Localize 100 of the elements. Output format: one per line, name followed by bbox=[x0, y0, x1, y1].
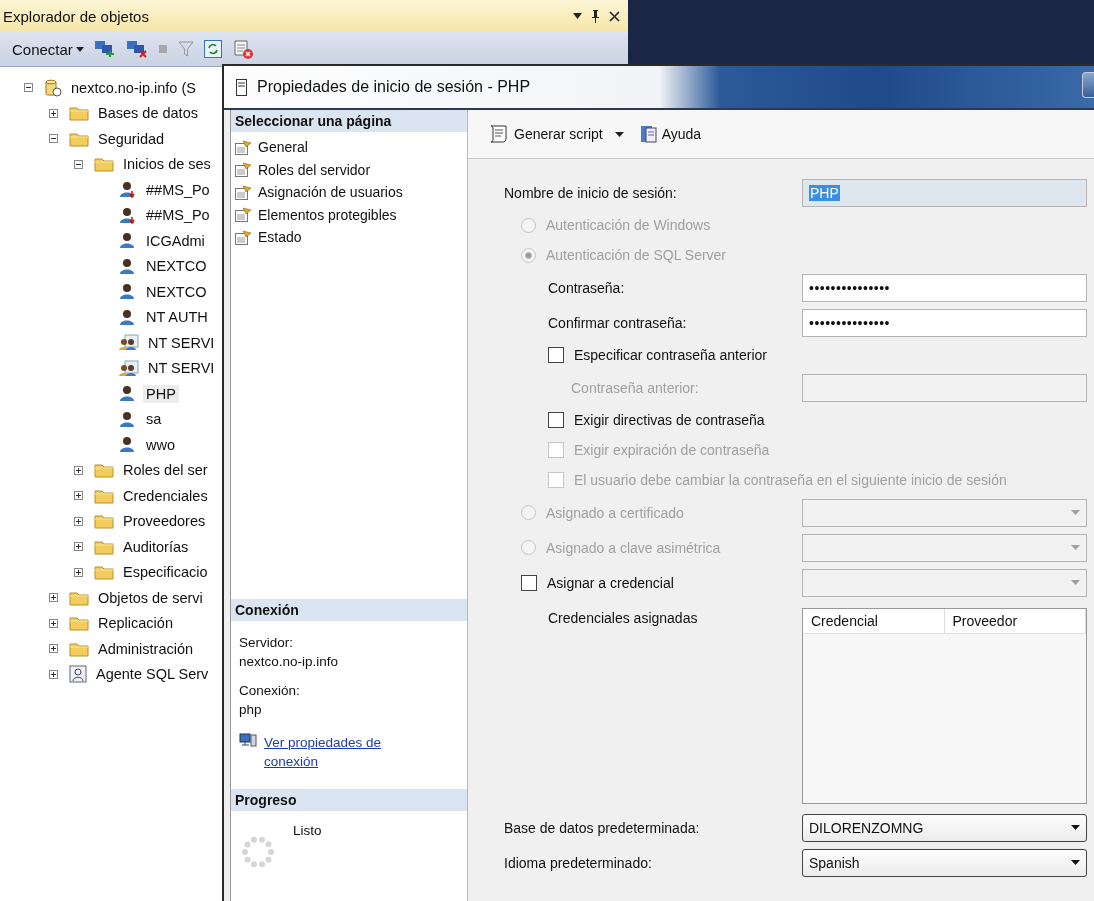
expand-icon[interactable] bbox=[74, 491, 83, 501]
panel-title: Explorador de objetos bbox=[3, 7, 149, 25]
caret-icon[interactable] bbox=[573, 13, 582, 19]
generate-script-button[interactable]: Generar script bbox=[488, 124, 624, 144]
tree-item[interactable]: NEXTCO bbox=[143, 282, 210, 301]
tree-item[interactable]: wwo bbox=[143, 435, 178, 454]
collapse-icon[interactable] bbox=[24, 83, 33, 93]
option-label: Especificar contraseña anterior bbox=[574, 347, 767, 363]
page-icon bbox=[235, 207, 252, 223]
collapse-icon[interactable] bbox=[74, 159, 83, 169]
page-icon bbox=[235, 229, 252, 245]
connect-icon[interactable] bbox=[93, 40, 116, 58]
script-icon[interactable] bbox=[231, 39, 254, 59]
tree-item[interactable]: Seguridad bbox=[95, 129, 168, 148]
option-label: El usuario debe cambiar la contraseña en el siguiente inicio de sesión bbox=[574, 472, 1007, 488]
tree-item[interactable]: ICGAdmi bbox=[143, 231, 208, 250]
field-label: Base de datos predeterminada: bbox=[504, 819, 700, 836]
dropdown[interactable]: DILORENZOMNG bbox=[802, 813, 1087, 842]
tree-item[interactable]: PHP bbox=[143, 384, 179, 403]
dropdown[interactable]: Spanish bbox=[802, 848, 1087, 877]
expand-icon[interactable] bbox=[74, 542, 83, 552]
tree-item[interactable]: Roles del ser bbox=[120, 461, 211, 480]
tree-item[interactable]: NT SERVI bbox=[145, 333, 218, 352]
dropdown-arrow-icon bbox=[1071, 510, 1080, 515]
folder-icon bbox=[69, 589, 89, 606]
window-icon bbox=[236, 78, 247, 96]
expand-icon[interactable] bbox=[49, 618, 58, 628]
status-text: Listo bbox=[293, 823, 322, 838]
window-title: Propiedades de inicio de sesión - PHP bbox=[257, 78, 531, 96]
tree-item[interactable]: Replicación bbox=[95, 614, 176, 633]
page-link[interactable]: Elementos protegibles bbox=[258, 206, 397, 223]
tree-item[interactable]: Especificacio bbox=[120, 563, 211, 582]
column-header[interactable]: Credencial bbox=[803, 609, 945, 633]
tree-item[interactable]: NEXTCO bbox=[143, 257, 210, 276]
page-link[interactable]: General bbox=[258, 139, 308, 156]
expand-icon[interactable] bbox=[49, 593, 58, 603]
help-button[interactable]: Ayuda bbox=[639, 124, 702, 144]
refresh-icon[interactable] bbox=[203, 40, 222, 58]
page-link[interactable]: Roles del servidor bbox=[258, 161, 371, 178]
disconnect-icon[interactable] bbox=[125, 40, 148, 58]
info-value: nextco.no-ip.info bbox=[239, 653, 340, 671]
tree-item[interactable]: sa bbox=[143, 410, 165, 429]
script-icon bbox=[488, 124, 510, 144]
tree-item[interactable]: nextco.no-ip.info (S bbox=[68, 78, 199, 97]
column-header[interactable]: Proveedor bbox=[944, 609, 1086, 633]
tree-item[interactable]: NT SERVI bbox=[145, 359, 218, 378]
progress-spinner-icon bbox=[241, 835, 275, 869]
user-icon bbox=[119, 436, 137, 454]
expand-icon[interactable] bbox=[49, 669, 58, 679]
dropdown-arrow-icon bbox=[1071, 825, 1080, 830]
section-header: Conexión bbox=[231, 599, 467, 621]
section-header: Seleccionar una página bbox=[231, 110, 467, 132]
collapse-icon[interactable] bbox=[49, 134, 58, 144]
users-icon bbox=[119, 334, 139, 352]
option-label: Autenticación de SQL Server bbox=[546, 247, 727, 263]
expand-icon[interactable] bbox=[74, 465, 83, 475]
tree-item[interactable]: Bases de datos bbox=[95, 104, 201, 123]
option-label: Asignado a clave asimétrica bbox=[546, 539, 721, 556]
page-link[interactable]: Asignación de usuarios bbox=[258, 184, 403, 201]
expand-icon[interactable] bbox=[74, 516, 83, 526]
connection-properties-link[interactable]: Ver propiedades de conexión bbox=[264, 733, 394, 771]
users-icon bbox=[119, 359, 139, 377]
tree-item[interactable]: ##MS_Po bbox=[143, 206, 213, 225]
agent-icon bbox=[69, 665, 87, 684]
database-icon bbox=[44, 78, 62, 97]
user-icon bbox=[119, 181, 137, 199]
info-value: php bbox=[239, 701, 263, 719]
expand-icon[interactable] bbox=[49, 108, 58, 118]
network-icon bbox=[239, 733, 258, 749]
tree-item[interactable]: Agente SQL Serv bbox=[93, 665, 212, 684]
page-link[interactable]: Estado bbox=[258, 229, 302, 246]
folder-icon bbox=[94, 487, 114, 504]
user-icon bbox=[119, 308, 137, 326]
checkbox[interactable] bbox=[521, 574, 537, 591]
dropdown-arrow-icon bbox=[1071, 580, 1080, 585]
tree-item[interactable]: Proveedores bbox=[120, 512, 209, 531]
tree-item[interactable]: Auditorías bbox=[120, 537, 192, 556]
close-icon[interactable] bbox=[609, 10, 620, 22]
folder-icon bbox=[94, 564, 114, 581]
connect-button[interactable]: Conectar bbox=[12, 40, 84, 58]
user-icon bbox=[119, 385, 137, 403]
option-label: Exigir expiración de contraseña bbox=[574, 442, 770, 458]
tree-item[interactable]: ##MS_Po bbox=[143, 180, 213, 199]
expand-icon[interactable] bbox=[49, 644, 58, 654]
field-label: Credenciales asignadas bbox=[548, 610, 698, 626]
field-label: Nombre de inicio de sesión: bbox=[504, 184, 677, 201]
minimize-button[interactable] bbox=[1082, 72, 1094, 98]
tree-item[interactable]: Administración bbox=[95, 639, 197, 658]
tree-item[interactable]: Inicios de ses bbox=[120, 155, 214, 174]
tree-item[interactable]: NT AUTH bbox=[143, 308, 211, 327]
user-icon bbox=[119, 410, 137, 428]
folder-icon bbox=[94, 513, 114, 530]
page-icon bbox=[235, 139, 252, 155]
option-label: Autenticación de Windows bbox=[546, 217, 711, 233]
tree-item[interactable]: Objetos de servi bbox=[95, 588, 206, 607]
pin-icon[interactable] bbox=[591, 9, 600, 23]
page-icon bbox=[235, 184, 252, 200]
option-label: Asignar a credencial bbox=[547, 574, 674, 591]
expand-icon[interactable] bbox=[74, 567, 83, 577]
tree-item[interactable]: Credenciales bbox=[120, 486, 211, 505]
